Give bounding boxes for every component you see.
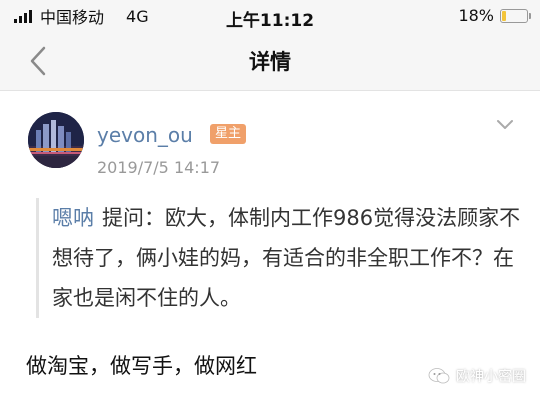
quote-bar <box>36 198 39 318</box>
more-options-button[interactable] <box>494 116 516 134</box>
asker-name[interactable]: 嗯呐 <box>52 206 94 230</box>
battery-nub <box>529 12 531 19</box>
answer-text: 做淘宝，做写手，做网红 <box>26 354 257 378</box>
status-right: 18% <box>458 6 531 25</box>
battery-icon <box>500 8 531 23</box>
chevron-down-icon <box>497 120 513 129</box>
quoted-question: 嗯呐 提问：欧大，体制内工作986觉得没法顾家不想待了，俩小娃的妈，有适合的非全职… <box>52 198 522 318</box>
battery-percent: 18% <box>458 6 494 25</box>
wechat-icon <box>428 368 450 384</box>
avatar-image <box>28 112 84 168</box>
star-badge: 星主 <box>210 124 247 144</box>
page-title: 详情 <box>249 50 291 74</box>
battery-fill <box>502 10 506 21</box>
watermark: 欧神小密圈 <box>428 366 526 386</box>
status-bar: 中国移动 4G 上午11:12 18% <box>0 0 540 32</box>
avatar[interactable] <box>28 112 84 168</box>
question-text: 提问：欧大，体制内工作986觉得没法顾家不想待了，俩小娃的妈，有适合的非全职工作… <box>52 206 521 310</box>
username-link[interactable]: yevon_ou <box>97 123 193 147</box>
post-timestamp: 2019/7/5 14:17 <box>97 158 221 177</box>
nav-bar: 详情 <box>0 32 540 91</box>
watermark-text: 欧神小密圈 <box>456 369 526 385</box>
